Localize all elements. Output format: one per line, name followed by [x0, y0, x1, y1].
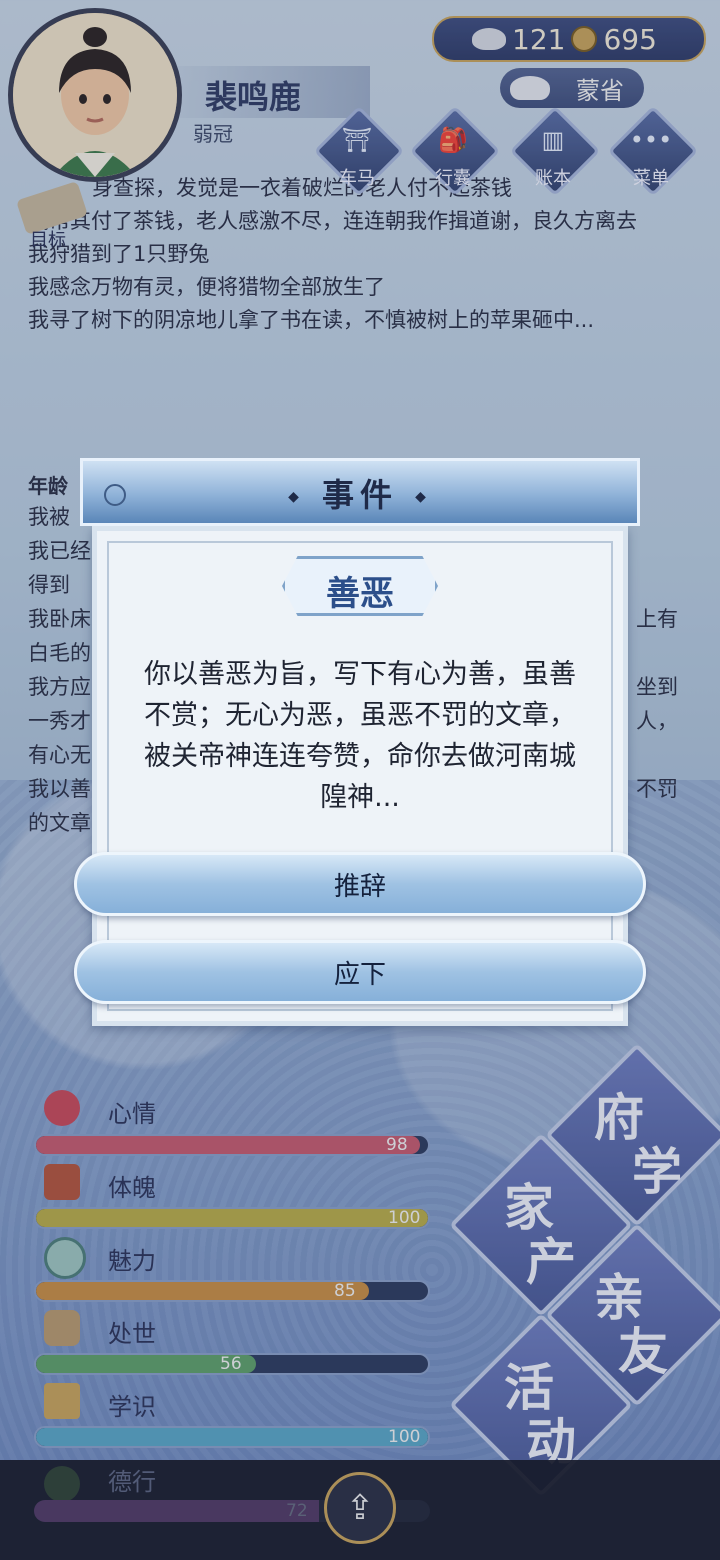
- diamond-bullet-icon: ◆: [288, 489, 305, 505]
- decline-button[interactable]: 推辞: [74, 852, 646, 916]
- dialog-title-text: 事件: [321, 476, 398, 514]
- event-description: 你以善恶为旨，写下有心为善，虽善不赏；无心为恶，虽恶不罚的文章，被关帝神连连夸赞…: [144, 659, 576, 813]
- diamond-bullet-icon: ◆: [415, 489, 432, 505]
- clock-icon: [104, 484, 126, 506]
- dialog-title: ◆ 事件 ◆: [80, 470, 640, 516]
- event-tag: 善恶: [326, 574, 394, 614]
- accept-button[interactable]: 应下: [74, 940, 646, 1004]
